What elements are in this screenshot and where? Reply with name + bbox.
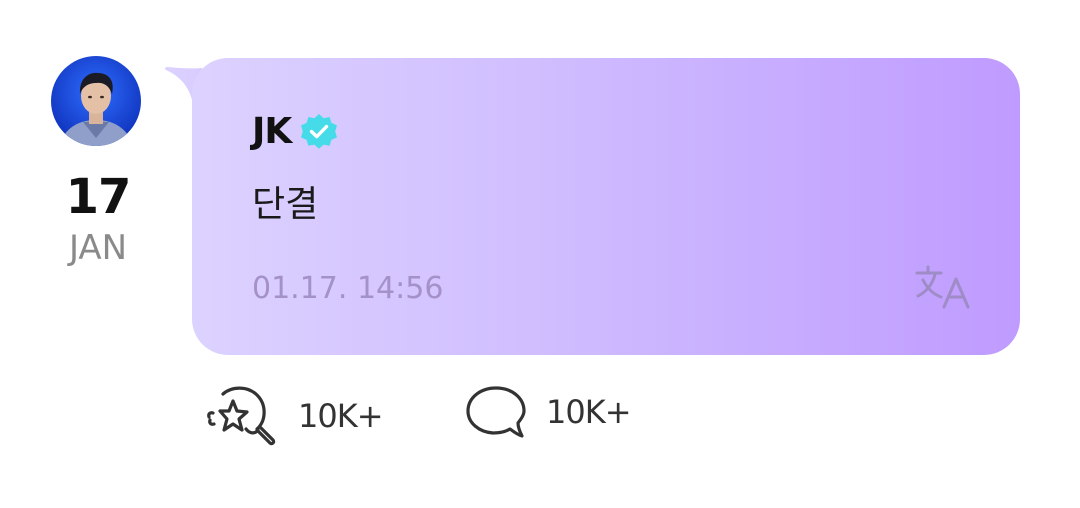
lightstick-like-icon: [207, 386, 276, 446]
message-timestamp: 01.17. 14:56: [252, 271, 444, 306]
avatar[interactable]: [51, 56, 141, 146]
message-text: 단결: [252, 184, 319, 225]
avatar-image: [51, 56, 141, 146]
author-row: JK: [252, 110, 339, 154]
verified-badge-icon: [301, 114, 338, 149]
post-date-day: 17: [65, 169, 132, 225]
like-reaction[interactable]: 10K+: [206, 384, 384, 448]
comment-count: 10K+: [546, 393, 632, 431]
speech-bubble-icon: [466, 386, 526, 438]
comment-reaction[interactable]: 10K+: [464, 384, 632, 440]
author-name[interactable]: JK: [252, 110, 292, 154]
translate-icon[interactable]: [914, 264, 974, 310]
post-date-month: JAN: [68, 228, 128, 268]
like-count: 10K+: [298, 397, 384, 435]
message-bubble[interactable]: JK 단결 01.17. 14:56: [192, 58, 1020, 355]
